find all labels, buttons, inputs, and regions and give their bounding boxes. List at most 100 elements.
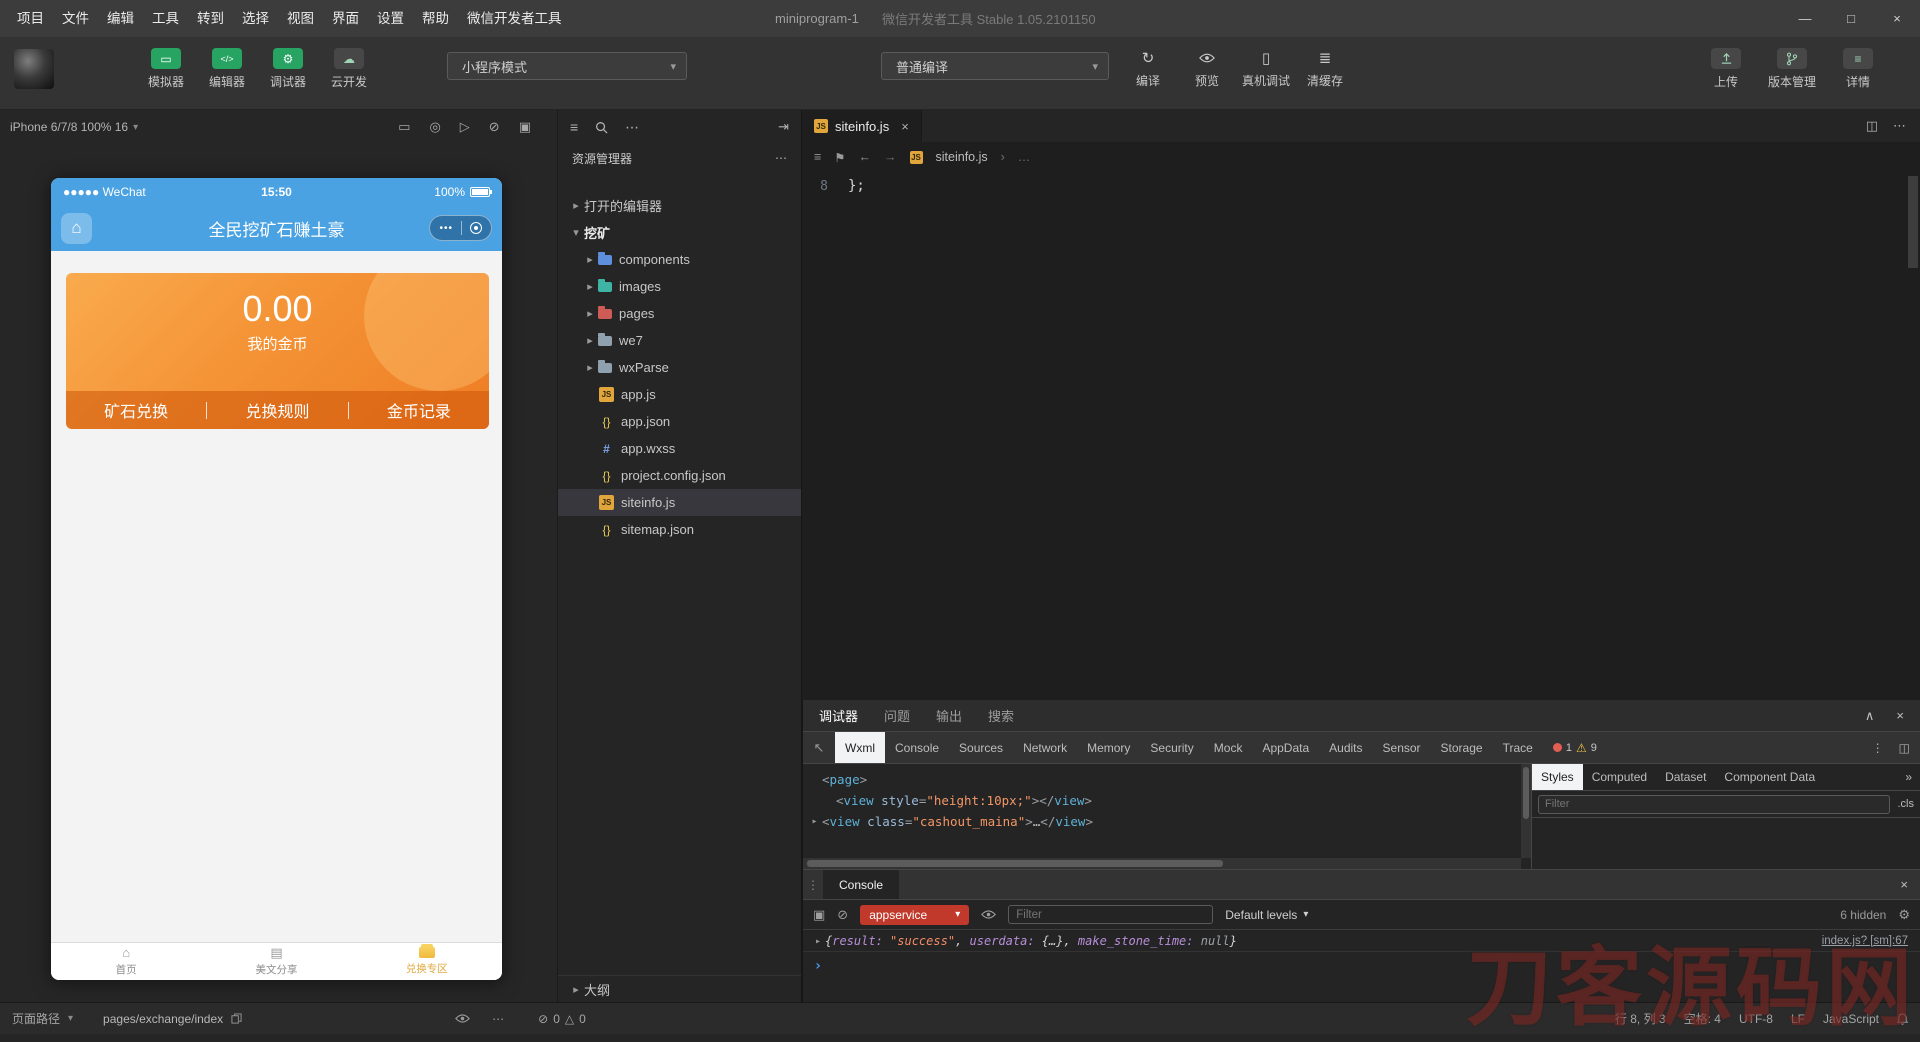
menu-select[interactable]: 选择 bbox=[233, 0, 278, 37]
devtools-tab-sensor[interactable]: Sensor bbox=[1373, 732, 1431, 763]
expand-panel-icon[interactable] bbox=[1865, 708, 1875, 724]
bookmark-icon[interactable] bbox=[834, 150, 845, 165]
eol-setting[interactable]: LF bbox=[1791, 1012, 1805, 1026]
status-more-icon[interactable] bbox=[492, 1012, 504, 1026]
compile-config-select[interactable]: 普通编译 bbox=[881, 52, 1109, 80]
tree-file-project-config[interactable]: project.config.json bbox=[558, 462, 801, 489]
tree-folder-images[interactable]: images bbox=[558, 273, 801, 300]
wxml-node[interactable]: <view class="cashout_maina">…</view> bbox=[807, 811, 1531, 832]
tree-file-app-wxss[interactable]: app.wxss bbox=[558, 435, 801, 462]
menu-file[interactable]: 文件 bbox=[53, 0, 98, 37]
device-debug-button[interactable]: 真机调试 bbox=[1240, 48, 1292, 89]
multi-window-icon[interactable] bbox=[519, 119, 531, 135]
outline-section[interactable]: 大纲 bbox=[558, 975, 801, 1002]
chevron-down-icon[interactable] bbox=[68, 1013, 73, 1024]
debugger-toggle-button[interactable]: 调试器 bbox=[262, 48, 314, 90]
wxml-horizontal-scrollbar[interactable] bbox=[803, 858, 1521, 869]
wxml-node[interactable]: < view style = "height:10px;" > </view > bbox=[807, 790, 1531, 811]
watch-icon[interactable] bbox=[455, 1014, 471, 1023]
wxml-tree-pane[interactable]: < page > < view style = "height:10px;" > </view… bbox=[803, 764, 1531, 869]
editor-toggle-button[interactable]: 编辑器 bbox=[201, 48, 253, 90]
tree-file-sitemap[interactable]: sitemap.json bbox=[558, 516, 801, 543]
issue-badges[interactable]: 1 9 bbox=[1552, 732, 1597, 763]
notifications-bell-icon[interactable] bbox=[1897, 1012, 1908, 1025]
devtools-menu-icon[interactable] bbox=[1872, 741, 1884, 755]
tree-file-app-js[interactable]: app.js bbox=[558, 381, 801, 408]
version-control-button[interactable]: 版本管理 bbox=[1766, 48, 1818, 90]
encoding-setting[interactable]: UTF-8 bbox=[1739, 1012, 1773, 1026]
explorer-menu-icon[interactable] bbox=[570, 119, 578, 135]
mute-icon[interactable] bbox=[489, 119, 500, 135]
tab-computed[interactable]: Computed bbox=[1583, 764, 1656, 790]
mode-select[interactable]: 小程序模式 bbox=[447, 52, 687, 80]
menu-help[interactable]: 帮助 bbox=[413, 0, 458, 37]
breadcrumb-file[interactable]: siteinfo.js bbox=[909, 150, 988, 164]
devtools-tab-audits[interactable]: Audits bbox=[1319, 732, 1372, 763]
drawer-tab-debugger[interactable]: 调试器 bbox=[819, 706, 858, 725]
devtools-tab-trace[interactable]: Trace bbox=[1493, 732, 1543, 763]
expand-object-icon[interactable] bbox=[811, 936, 825, 947]
devtools-tab-storage[interactable]: Storage bbox=[1431, 732, 1493, 763]
console-filter-input[interactable] bbox=[1008, 905, 1214, 924]
menu-interface[interactable]: 界面 bbox=[323, 0, 368, 37]
tree-folder-wxparse[interactable]: wxParse bbox=[558, 354, 801, 381]
devtools-tab-console[interactable]: Console bbox=[885, 732, 949, 763]
minimize-button[interactable] bbox=[1782, 0, 1828, 37]
more-tabs-icon[interactable]: » bbox=[1905, 764, 1920, 790]
tab-articles[interactable]: 美文分享 bbox=[201, 943, 351, 980]
send-icon[interactable] bbox=[460, 119, 470, 135]
tab-dataset[interactable]: Dataset bbox=[1656, 764, 1715, 790]
tree-folder-components[interactable]: components bbox=[558, 246, 801, 273]
close-console-icon[interactable] bbox=[1900, 870, 1920, 899]
menu-edit[interactable]: 编辑 bbox=[98, 0, 143, 37]
code-line[interactable]: 8 }; bbox=[802, 176, 1920, 196]
devtools-tab-memory[interactable]: Memory bbox=[1077, 732, 1140, 763]
menu-tools[interactable]: 工具 bbox=[143, 0, 188, 37]
editor-tab-siteinfo[interactable]: siteinfo.js bbox=[802, 110, 922, 142]
close-tab-icon[interactable] bbox=[901, 119, 909, 134]
indentation-setting[interactable]: 空格: 4 bbox=[1684, 1010, 1721, 1027]
cursor-position[interactable]: 行 8, 列 3 bbox=[1615, 1010, 1666, 1027]
wxml-node[interactable]: < page > bbox=[807, 769, 1531, 790]
devtools-tab-mock[interactable]: Mock bbox=[1204, 732, 1253, 763]
upload-button[interactable]: 上传 bbox=[1700, 48, 1752, 90]
problems-summary[interactable]: 0 0 bbox=[538, 1012, 586, 1026]
capsule-close-icon[interactable] bbox=[470, 222, 482, 234]
wxml-vertical-scrollbar[interactable] bbox=[1521, 764, 1531, 858]
devtools-tab-appdata[interactable]: AppData bbox=[1252, 732, 1319, 763]
devtools-tab-security[interactable]: Security bbox=[1140, 732, 1203, 763]
drawer-tab-search[interactable]: 搜索 bbox=[988, 706, 1014, 725]
devtools-tab-network[interactable]: Network bbox=[1013, 732, 1077, 763]
language-mode[interactable]: JavaScript bbox=[1823, 1012, 1879, 1026]
copy-path-icon[interactable] bbox=[231, 1013, 242, 1024]
menu-goto[interactable]: 转到 bbox=[188, 0, 233, 37]
clear-cache-button[interactable]: 清缓存 bbox=[1299, 48, 1351, 89]
exchange-rules-button[interactable]: 兑换规则 bbox=[207, 398, 347, 422]
drawer-tab-problems[interactable]: 问题 bbox=[884, 706, 910, 725]
inspect-icon[interactable] bbox=[429, 119, 440, 135]
capsule-menu-icon[interactable] bbox=[439, 223, 453, 234]
close-panel-icon[interactable] bbox=[1896, 708, 1904, 724]
devtools-tab-sources[interactable]: Sources bbox=[949, 732, 1013, 763]
tree-root-project[interactable]: 挖矿 bbox=[558, 219, 801, 246]
home-icon[interactable] bbox=[61, 212, 92, 244]
console-tab[interactable]: Console bbox=[823, 870, 900, 899]
editor-scrollbar[interactable] bbox=[1908, 176, 1918, 268]
menu-devtools[interactable]: 微信开发者工具 bbox=[458, 0, 571, 37]
drawer-handle-icon[interactable] bbox=[803, 870, 823, 899]
code-editor[interactable]: 8 }; bbox=[802, 172, 1920, 196]
device-frame-icon[interactable] bbox=[398, 119, 410, 135]
explorer-more-icon[interactable] bbox=[625, 119, 639, 136]
simulator-toggle-button[interactable]: 模拟器 bbox=[140, 48, 192, 90]
collapse-sidebar-icon[interactable] bbox=[778, 119, 789, 135]
tab-styles[interactable]: Styles bbox=[1532, 764, 1583, 790]
console-log-entry[interactable]: {result: "success", userdata: {…}, make_… bbox=[803, 930, 1920, 952]
page-path-label[interactable]: 页面路径 bbox=[12, 1010, 60, 1027]
tree-section-open-editors[interactable]: 打开的编辑器 bbox=[558, 192, 801, 219]
log-levels-select[interactable]: Default levels bbox=[1225, 908, 1308, 922]
devtools-tab-wxml[interactable]: Wxml bbox=[835, 732, 885, 763]
more-icon[interactable] bbox=[775, 151, 787, 165]
styles-filter-input[interactable] bbox=[1538, 794, 1890, 814]
tree-folder-pages[interactable]: pages bbox=[558, 300, 801, 327]
compile-button[interactable]: 编译 bbox=[1122, 48, 1174, 89]
